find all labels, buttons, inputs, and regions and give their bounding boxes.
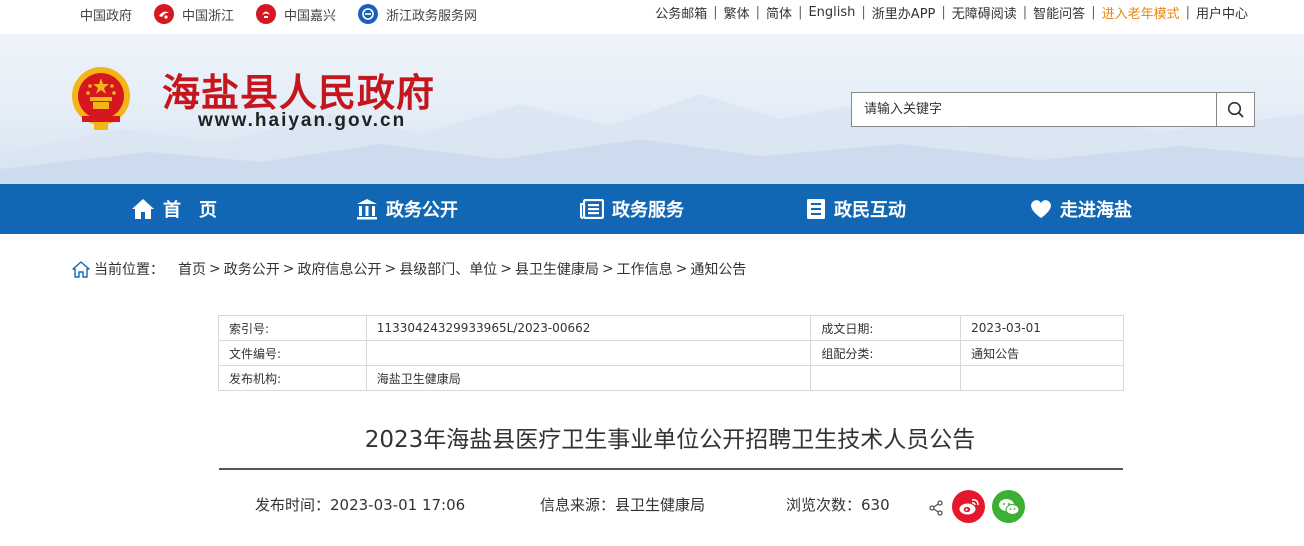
top-links: 中国政府 中国浙江 中国嘉兴 浙江政务服务网 xyxy=(80,4,499,24)
link-official-mail[interactable]: 公务邮箱 xyxy=(655,3,707,22)
breadcrumb-item[interactable]: 县级部门、单位 xyxy=(399,259,497,279)
link-jiaxing[interactable]: 中国嘉兴 xyxy=(256,4,336,24)
nav-label: 走进海盐 xyxy=(1060,200,1132,221)
site-url: www.haiyan.gov.cn xyxy=(198,110,407,131)
nav-label: 政民互动 xyxy=(834,200,906,221)
meta-value: 11330424329933965L/2023-00662 xyxy=(365,315,812,341)
search-icon xyxy=(1227,101,1244,118)
nav-label: 首 页 xyxy=(163,200,217,221)
link-zheliban-app[interactable]: 浙里办APP xyxy=(872,3,936,22)
meta-key: 发布机构: xyxy=(218,365,367,391)
top-utility-links: 公务邮箱 | 繁体 | 简体 | English | 浙里办APP | 无障碍阅读 | 智能… xyxy=(655,3,1248,22)
breadcrumb-item[interactable]: 通知公告 xyxy=(690,259,746,279)
breadcrumb-label: 当前位置： xyxy=(94,262,164,278)
view-count: 浏览次数：630 xyxy=(786,496,890,514)
link-zhejiang[interactable]: 中国浙江 xyxy=(154,4,234,24)
national-emblem-logo xyxy=(72,67,130,130)
nav-interaction[interactable]: 政民互动 xyxy=(806,184,906,234)
home-outline-icon xyxy=(72,260,90,278)
breadcrumb-item[interactable]: 政府信息公开 xyxy=(297,259,381,279)
nav-label: 政务公开 xyxy=(386,200,458,221)
meta-key: 成文日期: xyxy=(810,315,962,341)
breadcrumb-item[interactable]: 县卫生健康局 xyxy=(515,259,599,279)
zjzwfw-logo-icon xyxy=(358,4,379,24)
nav-about-haiyan[interactable]: 走进海盐 xyxy=(1030,184,1132,234)
link-english[interactable]: English xyxy=(808,5,855,20)
link-simplified[interactable]: 简体 xyxy=(766,3,792,22)
top-bar: 中国政府 中国浙江 中国嘉兴 浙江政务服务网 公务邮箱 | 繁体 | 简体 | Eng… xyxy=(0,0,1304,34)
document-meta-table: 索引号: 11330424329933965L/2023-00662 成文日期:… xyxy=(218,315,1124,391)
breadcrumb: 当前位置： 首页 > 政务公开 > 政府信息公开 > 县级部门、单位 > 县卫生健康局 >… xyxy=(72,259,746,279)
meta-value: 海盐卫生健康局 xyxy=(365,365,812,391)
search-box xyxy=(851,92,1255,127)
search-input[interactable] xyxy=(852,93,1217,126)
link-traditional[interactable]: 繁体 xyxy=(724,3,750,22)
meta-key: 索引号: xyxy=(218,315,367,341)
breadcrumb-item[interactable]: 政务公开 xyxy=(224,259,280,279)
wechat-share-button[interactable] xyxy=(992,490,1025,523)
meta-value: 2023-03-01 xyxy=(960,315,1124,341)
link-label: 中国嘉兴 xyxy=(284,8,337,24)
link-smart-qa[interactable]: 智能问答 xyxy=(1033,3,1085,22)
meta-key xyxy=(810,365,962,391)
info-source: 信息来源：县卫生健康局 xyxy=(540,496,706,514)
table-row: 文件编号: 组配分类: 通知公告 xyxy=(218,340,1124,366)
nav-gov-services[interactable]: 政务服务 xyxy=(580,184,684,234)
nav-home[interactable]: 首 页 xyxy=(131,184,217,234)
title-divider xyxy=(219,468,1123,470)
weibo-share-button[interactable] xyxy=(952,490,985,523)
article-title: 2023年海盐县医疗卫生事业单位公开招聘卫生技术人员公告 xyxy=(364,427,976,453)
table-row: 发布机构: 海盐卫生健康局 xyxy=(218,365,1124,391)
site-title[interactable]: 海盐县人民政府 xyxy=(162,62,435,117)
meta-value xyxy=(960,365,1124,391)
link-accessible-reading[interactable]: 无障碍阅读 xyxy=(952,3,1017,22)
building-icon xyxy=(357,199,377,220)
meta-value xyxy=(365,340,812,366)
meta-value: 通知公告 xyxy=(960,340,1124,366)
nav-label: 政务服务 xyxy=(612,200,684,221)
link-label: 浙江政务服务网 xyxy=(386,8,478,24)
publish-time: 发布时间：2023-03-01 17:06 xyxy=(255,496,466,514)
link-china-gov[interactable]: 中国政府 xyxy=(80,5,132,24)
weibo-icon xyxy=(959,498,979,514)
link-user-center[interactable]: 用户中心 xyxy=(1196,3,1248,22)
main-nav: 首 页 政务公开 政务服务 政民互动 走进海盐 xyxy=(0,184,1304,234)
wechat-icon xyxy=(998,498,1019,515)
table-row: 索引号: 11330424329933965L/2023-00662 成文日期:… xyxy=(218,315,1124,341)
breadcrumb-item[interactable]: 首页 xyxy=(178,259,206,279)
home-icon xyxy=(132,199,154,219)
meta-key: 组配分类: xyxy=(810,340,962,366)
link-zjzwfw[interactable]: 浙江政务服务网 xyxy=(358,4,477,24)
link-label: 中国浙江 xyxy=(182,8,235,24)
jiaxing-logo-icon xyxy=(256,4,277,24)
nav-gov-affairs-open[interactable]: 政务公开 xyxy=(356,184,458,234)
heart-icon xyxy=(1031,200,1051,218)
site-header: 海盐县人民政府 www.haiyan.gov.cn xyxy=(0,34,1304,184)
meta-key: 文件编号: xyxy=(218,340,367,366)
breadcrumb-item[interactable]: 工作信息 xyxy=(617,259,673,279)
newspaper-icon xyxy=(580,199,604,219)
link-elder-mode[interactable]: 进入老年模式 xyxy=(1102,3,1180,22)
share-icon[interactable] xyxy=(928,500,944,516)
zhejiang-logo-icon xyxy=(154,4,175,24)
document-list-icon xyxy=(807,199,825,219)
search-button[interactable] xyxy=(1216,93,1254,126)
link-label: 中国政府 xyxy=(80,8,133,24)
